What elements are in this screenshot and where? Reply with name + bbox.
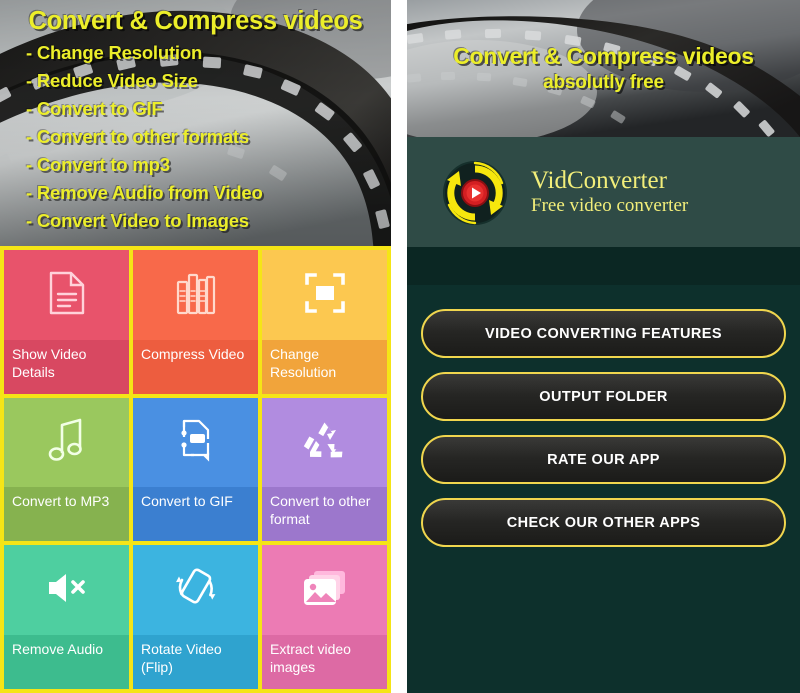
mute-speaker-icon	[4, 545, 129, 635]
right-banner-subtitle: absolutly free	[543, 72, 664, 93]
left-feature-banner: Convert & Compress videos - Change Resol…	[0, 0, 391, 246]
rotate-device-icon	[133, 545, 258, 635]
tile-convert-to-mp3[interactable]: Convert to MP3	[4, 397, 129, 542]
right-feature-banner: Convert & Compress videos absolutly free	[407, 0, 800, 137]
vidconverter-logo-icon	[439, 156, 511, 228]
feature-line: - Convert Video to Images	[26, 210, 249, 232]
tile-label: Convert to GIF	[133, 487, 258, 542]
feature-line: - Remove Audio from Video	[26, 182, 263, 204]
left-phone-screen: Convert & Compress videos - Change Resol…	[0, 0, 391, 693]
file-convert-icon	[133, 398, 258, 488]
tile-label: Extract video images	[262, 635, 387, 689]
app-screenshots-pair: Convert & Compress videos - Change Resol…	[0, 0, 800, 693]
crop-resize-icon	[262, 250, 387, 340]
right-banner-text-block: Convert & Compress videos absolutly free	[407, 0, 800, 137]
output-folder-button[interactable]: OUTPUT FOLDER	[421, 372, 786, 421]
tile-remove-audio[interactable]: Remove Audio	[4, 545, 129, 689]
tile-convert-to-other-format[interactable]: Convert to other format	[262, 397, 387, 542]
right-phone-screen: Convert & Compress videos absolutly free	[407, 0, 800, 693]
tile-extract-video-images[interactable]: Extract video images	[262, 545, 387, 689]
tile-label: Compress Video	[133, 339, 258, 394]
tile-label: Show Video Details	[4, 339, 129, 394]
feature-line: - Convert to mp3	[26, 153, 170, 175]
app-name: VidConverter	[531, 166, 667, 194]
banner-text-block: Convert & Compress videos - Change Resol…	[0, 0, 391, 246]
feature-line: - Convert to GIF	[26, 97, 163, 119]
left-banner-title: Convert & Compress videos	[28, 7, 363, 35]
books-icon	[133, 250, 258, 340]
main-menu-buttons: VIDEO CONVERTING FEATURES OUTPUT FOLDER …	[407, 285, 800, 693]
recycle-icon	[262, 398, 387, 488]
video-converting-features-button[interactable]: VIDEO CONVERTING FEATURES	[421, 309, 786, 358]
check-our-other-apps-button[interactable]: CHECK OUR OTHER APPS	[421, 498, 786, 547]
feature-line: - Reduce Video Size	[26, 69, 198, 91]
tile-convert-to-gif[interactable]: Convert to GIF	[133, 397, 258, 542]
tile-compress-video[interactable]: Compress Video	[133, 250, 258, 394]
app-logo-header: VidConverter Free video converter	[407, 137, 800, 247]
music-note-icon	[4, 398, 129, 488]
tile-change-resolution[interactable]: Change Resolution	[262, 250, 387, 394]
feature-tile-grid: Show Video Details Compress Video Change…	[0, 246, 391, 693]
tile-label: Change Resolution	[262, 339, 387, 394]
right-banner-title: Convert & Compress videos	[453, 43, 754, 69]
feature-line: - Convert to other formats	[26, 125, 249, 147]
app-tagline: Free video converter	[531, 195, 689, 217]
tile-label: Convert to MP3	[4, 487, 129, 542]
tile-label: Rotate Video (Flip)	[133, 635, 258, 689]
photos-icon	[262, 545, 387, 635]
tile-rotate-video-flip[interactable]: Rotate Video (Flip)	[133, 545, 258, 689]
header-divider	[407, 247, 800, 285]
document-icon	[4, 250, 129, 340]
app-identity-text: VidConverter Free video converter	[531, 167, 688, 217]
tile-show-video-details[interactable]: Show Video Details	[4, 250, 129, 394]
rate-our-app-button[interactable]: RATE OUR APP	[421, 435, 786, 484]
screenshot-gap	[391, 0, 407, 693]
feature-line: - Change Resolution	[26, 41, 203, 63]
tile-label: Remove Audio	[4, 635, 129, 689]
tile-label: Convert to other format	[262, 487, 387, 542]
